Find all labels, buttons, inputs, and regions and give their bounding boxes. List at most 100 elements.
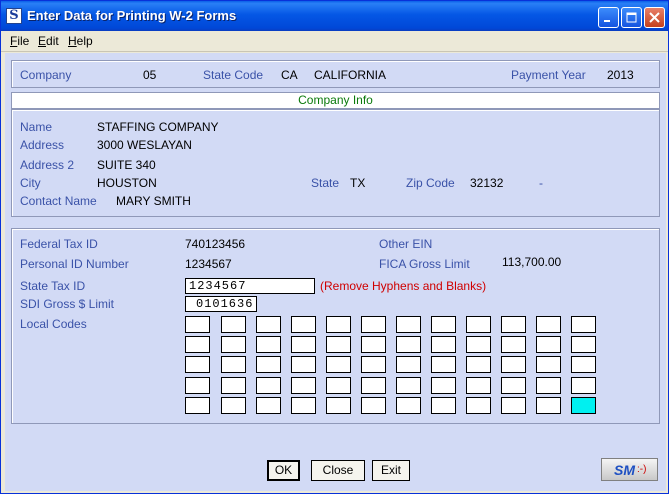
sm-logo[interactable]: SM :-) — [601, 458, 658, 481]
state-name: CALIFORNIA — [314, 68, 387, 82]
local-code-input[interactable] — [256, 316, 281, 333]
close-icon — [649, 12, 660, 23]
local-code-input[interactable] — [536, 356, 561, 373]
local-code-input[interactable] — [256, 356, 281, 373]
address2-value[interactable]: SUITE 340 — [97, 158, 156, 172]
close-button[interactable]: Close — [311, 460, 365, 481]
local-code-input[interactable] — [431, 356, 456, 373]
ok-button[interactable]: OK — [267, 460, 300, 481]
local-code-input[interactable] — [571, 377, 596, 394]
local-code-input[interactable] — [326, 336, 351, 353]
local-code-input[interactable] — [221, 377, 246, 394]
company-info-panel: Name STAFFING COMPANY Address 3000 WESLA… — [11, 109, 660, 217]
menu-edit[interactable]: Edit — [38, 34, 59, 48]
local-code-input[interactable] — [221, 316, 246, 333]
menu-edit-label: dit — [46, 34, 59, 48]
tax-panel: Federal Tax ID 740123456 Other EIN Perso… — [11, 228, 660, 424]
local-code-input[interactable] — [221, 397, 246, 414]
menu-file[interactable]: File — [10, 34, 29, 48]
maximize-button[interactable] — [621, 7, 642, 28]
local-code-input[interactable] — [501, 316, 526, 333]
local-code-input[interactable] — [571, 397, 596, 414]
name-value[interactable]: STAFFING COMPANY — [97, 120, 219, 134]
local-code-input[interactable] — [291, 356, 316, 373]
local-code-input[interactable] — [256, 377, 281, 394]
contact-value[interactable]: MARY SMITH — [116, 194, 191, 208]
local-code-input[interactable] — [396, 397, 421, 414]
local-code-input[interactable] — [536, 377, 561, 394]
local-code-input[interactable] — [221, 336, 246, 353]
local-code-input[interactable] — [396, 377, 421, 394]
local-code-input[interactable] — [571, 316, 596, 333]
local-code-input[interactable] — [466, 377, 491, 394]
sdi-label: SDI Gross $ Limit — [20, 297, 115, 311]
local-code-input[interactable] — [466, 336, 491, 353]
local-code-input[interactable] — [361, 316, 386, 333]
payment-year-label: Payment Year — [511, 68, 586, 82]
local-code-input[interactable] — [361, 356, 386, 373]
local-code-input[interactable] — [361, 397, 386, 414]
local-code-input[interactable] — [536, 397, 561, 414]
window-title: Enter Data for Printing W-2 Forms — [27, 8, 237, 23]
local-code-input[interactable] — [501, 336, 526, 353]
state-tax-input[interactable]: 1234567 — [185, 278, 315, 294]
local-code-input[interactable] — [431, 377, 456, 394]
local-code-input[interactable] — [466, 397, 491, 414]
local-code-input[interactable] — [256, 336, 281, 353]
local-code-input[interactable] — [291, 336, 316, 353]
local-code-input[interactable] — [396, 316, 421, 333]
local-code-input[interactable] — [326, 356, 351, 373]
local-code-input[interactable] — [361, 377, 386, 394]
app-icon[interactable]: S — [6, 8, 22, 24]
local-code-input[interactable] — [536, 316, 561, 333]
local-code-input[interactable] — [185, 397, 210, 414]
local-code-input[interactable] — [291, 397, 316, 414]
zip-ext-value[interactable]: - — [539, 176, 543, 190]
zip-value[interactable]: 32132 — [470, 176, 503, 190]
city-value[interactable]: HOUSTON — [97, 176, 157, 190]
state-value[interactable]: TX — [350, 176, 365, 190]
title-bar[interactable]: S Enter Data for Printing W-2 Forms — [1, 1, 668, 31]
local-code-input[interactable] — [501, 397, 526, 414]
sdi-input[interactable]: 0101636 — [185, 296, 257, 312]
local-code-input[interactable] — [326, 316, 351, 333]
local-code-input[interactable] — [396, 356, 421, 373]
local-code-input[interactable] — [431, 336, 456, 353]
local-code-input[interactable] — [431, 397, 456, 414]
local-code-input[interactable] — [326, 397, 351, 414]
local-codes-label: Local Codes — [20, 317, 87, 331]
minimize-button[interactable] — [598, 7, 619, 28]
local-code-input[interactable] — [185, 377, 210, 394]
local-code-input[interactable] — [396, 336, 421, 353]
local-code-input[interactable] — [185, 356, 210, 373]
exit-button[interactable]: Exit — [372, 460, 410, 481]
menu-bar: File Edit Help — [1, 31, 668, 52]
address-label: Address — [20, 138, 65, 152]
local-code-input[interactable] — [256, 397, 281, 414]
menu-help[interactable]: Help — [68, 34, 93, 48]
local-code-input[interactable] — [571, 336, 596, 353]
close-window-button[interactable] — [644, 7, 665, 28]
federal-tax-value[interactable]: 740123456 — [185, 237, 245, 251]
local-code-input[interactable] — [501, 377, 526, 394]
local-code-input[interactable] — [431, 316, 456, 333]
company-value[interactable]: 05 — [143, 68, 156, 82]
local-code-input[interactable] — [361, 336, 386, 353]
local-code-input[interactable] — [326, 377, 351, 394]
personal-id-value[interactable]: 1234567 — [185, 257, 232, 271]
menu-edit-mnemonic: E — [38, 34, 47, 48]
state-code-value[interactable]: CA — [281, 68, 298, 82]
local-code-input[interactable] — [536, 336, 561, 353]
local-code-input[interactable] — [185, 316, 210, 333]
local-code-input[interactable] — [466, 316, 491, 333]
address-value[interactable]: 3000 WESLAYAN — [97, 138, 192, 152]
local-code-input[interactable] — [221, 356, 246, 373]
local-code-input[interactable] — [571, 356, 596, 373]
local-code-input[interactable] — [291, 377, 316, 394]
fica-value[interactable]: 113,700.00 — [502, 255, 561, 269]
local-code-input[interactable] — [466, 356, 491, 373]
local-code-input[interactable] — [501, 356, 526, 373]
payment-year-value[interactable]: 2013 — [607, 68, 634, 82]
local-code-input[interactable] — [291, 316, 316, 333]
local-code-input[interactable] — [185, 336, 210, 353]
